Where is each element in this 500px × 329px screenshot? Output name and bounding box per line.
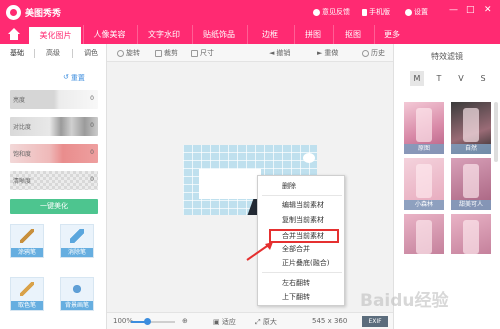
tab-color[interactable]: 调色: [78, 47, 104, 60]
app-name: 美图秀秀: [25, 9, 62, 19]
contrast-slider[interactable]: 对比度 0: [10, 117, 98, 136]
filter-tab-s[interactable]: S: [476, 71, 490, 86]
status-bar: 100% ⊕ ▣ 适应 ⤢ 原大 545 x 360 EXIF: [107, 312, 393, 329]
tab-text-watermark[interactable]: 文字水印: [137, 25, 190, 44]
tab-frame[interactable]: 边框: [247, 25, 292, 44]
filter-scrollbar[interactable]: [494, 102, 498, 162]
doodle-pen-tool[interactable]: 涂鸦笔: [10, 224, 44, 258]
divider: [34, 49, 35, 58]
filter-thumbnail[interactable]: [451, 214, 491, 254]
saturation-slider[interactable]: 饱和度 0: [10, 144, 98, 163]
original-size-button[interactable]: ⤢ 原大: [255, 317, 277, 327]
minimize-icon[interactable]: —: [449, 5, 458, 15]
brightness-slider[interactable]: 亮度 0: [10, 90, 98, 109]
redo-button[interactable]: ► 重做: [317, 48, 338, 58]
filter-thumbnail[interactable]: [404, 214, 444, 254]
filter-tab-t[interactable]: T: [432, 71, 446, 86]
home-icon[interactable]: [4, 27, 23, 42]
filter-tab-m[interactable]: M: [410, 71, 424, 86]
tab-advanced[interactable]: 高级: [40, 47, 66, 60]
image-dimensions: 545 x 360: [312, 317, 348, 325]
color-picker-tool[interactable]: 取色笔: [10, 277, 44, 311]
tab-portrait[interactable]: 人像美容: [83, 25, 135, 44]
filter-small-forest[interactable]: 小森林: [404, 158, 444, 210]
filter-tab-v[interactable]: V: [454, 71, 468, 86]
clock-icon: [362, 49, 369, 57]
eraser-icon: [70, 229, 84, 243]
settings-button[interactable]: 设置: [405, 7, 428, 17]
reset-button[interactable]: ↺ 重置: [63, 73, 85, 83]
filter-category-tabs: M T V S: [410, 71, 490, 86]
divider: [72, 49, 73, 58]
watermark: Baidu经验: [360, 291, 449, 311]
menu-separator: [262, 195, 342, 196]
tab-stickers[interactable]: 贴纸饰品: [192, 25, 245, 44]
menu-delete[interactable]: 删除: [282, 181, 296, 191]
eraser-pen-tool[interactable]: 消除笔: [60, 224, 94, 258]
zoom-level: 100%: [113, 317, 134, 325]
history-button[interactable]: 历史: [362, 48, 385, 58]
background-brush-tool[interactable]: 背景画笔: [60, 277, 94, 311]
rotate-button[interactable]: 旋转: [117, 48, 140, 58]
background-brush-icon: [70, 282, 84, 296]
resize-icon: [191, 49, 198, 57]
left-panel: 基础 高级 调色 ↺ 重置 亮度 0 对比度 0 饱和度 0 清晰度 0 一键美…: [0, 44, 107, 329]
redo-icon: ►: [317, 49, 323, 57]
tab-collage[interactable]: 拼图: [294, 25, 331, 44]
tab-more[interactable]: 更多: [374, 25, 409, 44]
sharpness-slider[interactable]: 清晰度 0: [10, 171, 98, 190]
phone-icon: [362, 8, 367, 16]
menu-separator: [262, 272, 342, 273]
crop-icon: [155, 49, 162, 57]
main-tabs: 美化图片 人像美容 文字水印 贴纸饰品 边框 拼图 抠图 更多: [0, 25, 500, 44]
zoom-in-icon[interactable]: ⊕: [182, 317, 188, 325]
filter-natural[interactable]: 自然: [451, 102, 491, 154]
filter-panel-title: 特效滤镜: [431, 52, 463, 61]
undo-button[interactable]: ◄ 撤销: [269, 48, 290, 58]
undo-icon: ◄: [269, 49, 275, 57]
app-logo-icon: [6, 5, 21, 20]
eyedropper-icon: [20, 282, 34, 296]
title-bar: 美图秀秀 意见反馈 手机版 设置 — □ ✕: [0, 0, 500, 25]
feedback-button[interactable]: 意见反馈: [313, 7, 350, 17]
white-object: [303, 153, 315, 163]
brush-icon: [20, 229, 34, 243]
pointer-arrow-icon: [246, 242, 273, 261]
highlight-box: [269, 229, 339, 243]
one-click-beautify-button[interactable]: 一键美化: [10, 199, 98, 214]
menu-copy-material[interactable]: 复制当前素材: [282, 215, 324, 225]
menu-edit-material[interactable]: 编辑当前素材: [282, 200, 324, 210]
menu-merge-all[interactable]: 全部合并: [282, 244, 310, 254]
edit-toolbar: 旋转 裁剪 尺寸 ◄ 撤销 ► 重做 历史: [107, 44, 393, 62]
filter-sweet[interactable]: 甜美可人: [451, 158, 491, 210]
zoom-slider[interactable]: [131, 318, 175, 325]
size-button[interactable]: 尺寸: [191, 48, 214, 58]
tab-beautify[interactable]: 美化图片: [29, 27, 81, 44]
reset-icon: ↺: [63, 73, 69, 81]
menu-flip-vertical[interactable]: 上下翻转: [282, 292, 310, 302]
menu-multiply-blend[interactable]: 正片叠底(融合): [282, 258, 329, 268]
exif-button[interactable]: EXIF: [362, 316, 388, 327]
close-icon[interactable]: ✕: [484, 5, 492, 15]
gear-icon: [405, 8, 412, 16]
crop-button[interactable]: 裁剪: [155, 48, 178, 58]
menu-flip-horizontal[interactable]: 左右翻转: [282, 278, 310, 288]
zoom-knob[interactable]: [144, 318, 151, 325]
maximize-icon[interactable]: □: [466, 5, 475, 15]
tab-cutout[interactable]: 抠图: [333, 25, 372, 44]
filter-original[interactable]: 原图: [404, 102, 444, 154]
rotate-icon: [117, 49, 124, 57]
mobile-button[interactable]: 手机版: [362, 7, 390, 17]
feedback-icon: [313, 8, 320, 16]
tab-basic[interactable]: 基础: [4, 47, 30, 60]
fit-button[interactable]: ▣ 适应: [213, 317, 236, 327]
overlay-material[interactable]: [199, 169, 261, 199]
